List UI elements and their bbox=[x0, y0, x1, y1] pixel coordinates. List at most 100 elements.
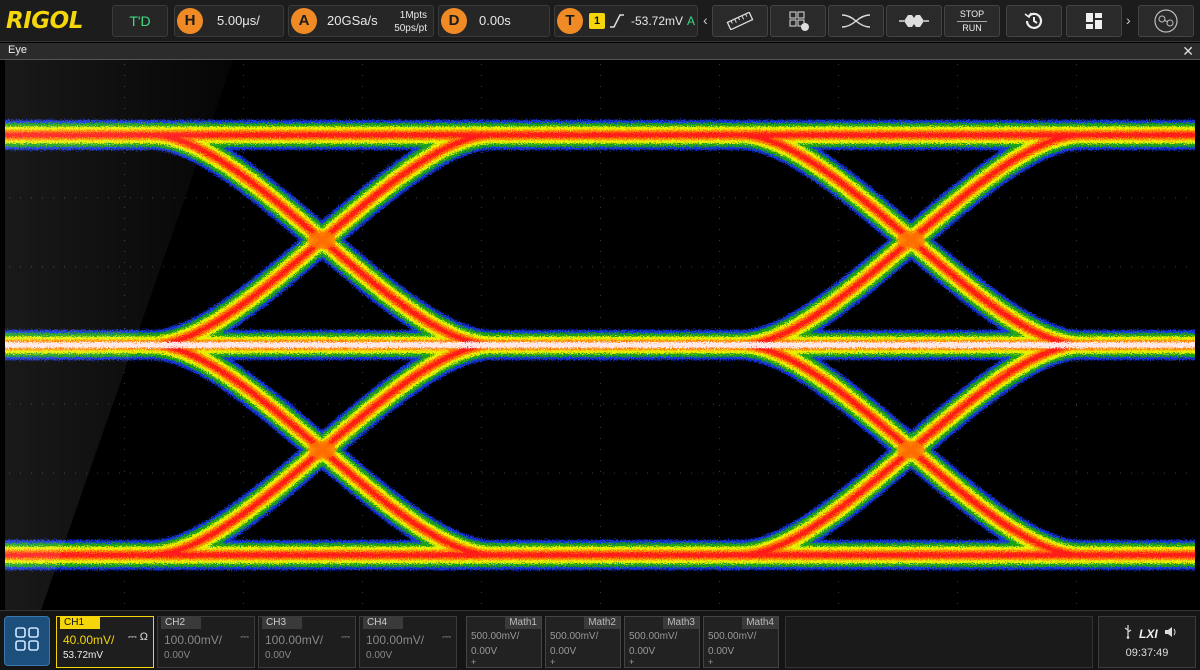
network-button[interactable] bbox=[1138, 5, 1194, 37]
math-3-scale: 500.00mV/ bbox=[629, 631, 678, 642]
stop-label: STOP bbox=[959, 8, 985, 19]
math-1-label: Math1 bbox=[505, 617, 541, 629]
crossing-hotspot bbox=[897, 441, 925, 459]
rising-edge-icon bbox=[609, 13, 625, 34]
trigger-mode: A bbox=[687, 14, 696, 28]
close-icon[interactable]: ✕ bbox=[1182, 43, 1194, 59]
system-status: LXI 09:37:49 bbox=[1098, 616, 1196, 668]
history-icon bbox=[1023, 10, 1045, 32]
lxi-badge: LXI bbox=[1139, 626, 1158, 641]
history-button[interactable] bbox=[1006, 5, 1062, 37]
rail-hot-core bbox=[5, 553, 1195, 556]
stop-run-button[interactable]: STOP RUN bbox=[944, 5, 1000, 37]
network-icon bbox=[1153, 8, 1179, 34]
channel-3-coupling: ⎓ bbox=[341, 631, 350, 643]
crossing-hotspot bbox=[897, 231, 925, 249]
channel-1-offset: 53.72mV bbox=[63, 650, 104, 661]
function-menu-button[interactable] bbox=[770, 5, 826, 37]
measure-ruler-icon bbox=[725, 12, 755, 30]
eye-diagram-button[interactable] bbox=[828, 5, 884, 37]
brand-logo: RIGOL bbox=[6, 8, 83, 34]
clock: 09:37:49 bbox=[1125, 647, 1169, 659]
math-1-offset: 0.00V bbox=[471, 646, 498, 657]
home-grid-icon bbox=[14, 626, 40, 657]
horizontal-panel[interactable]: H 5.00μs/ bbox=[174, 5, 284, 37]
math-3-offset: 0.00V bbox=[629, 646, 656, 657]
math-1-plus: + bbox=[471, 657, 477, 667]
channel-2-scale: 100.00mV/ bbox=[164, 633, 223, 647]
math-1-panel[interactable]: Math1 500.00mV/ 0.00V + bbox=[466, 616, 542, 668]
timebase-value: 5.00μs/ bbox=[217, 13, 260, 28]
math-4-plus: + bbox=[708, 657, 714, 667]
status-icons: LXI bbox=[1123, 625, 1178, 642]
math-1-scale: 500.00mV/ bbox=[471, 631, 520, 642]
function-menu-icon bbox=[786, 10, 810, 32]
memory-depth: 1Mpts bbox=[399, 10, 427, 21]
channel-2-coupling: ⎓ bbox=[240, 631, 249, 643]
rail-hot-core bbox=[5, 342, 1195, 348]
math-4-scale: 500.00mV/ bbox=[708, 631, 757, 642]
channel-4-panel[interactable]: CH4 100.00mV/ 0.00V ⎓ bbox=[359, 616, 457, 668]
acquire-panel[interactable]: A 20GSa/s 1Mpts 50ps/pt bbox=[288, 5, 434, 37]
channel-1-scale: 40.00mV/ bbox=[63, 633, 115, 647]
eye-diagram-canvas bbox=[5, 60, 1195, 610]
acquire-icon: A bbox=[291, 8, 317, 34]
app-grid-icon bbox=[1084, 11, 1104, 31]
math-4-panel[interactable]: Math4 500.00mV/ 0.00V + bbox=[703, 616, 779, 668]
math-2-label: Math2 bbox=[584, 617, 620, 629]
delay-icon: D bbox=[441, 8, 467, 34]
math-3-plus: + bbox=[629, 657, 635, 667]
eye-window-header: Eye ✕ bbox=[0, 43, 1200, 60]
channel-2-label: CH2 bbox=[161, 617, 201, 629]
math-2-scale: 500.00mV/ bbox=[550, 631, 599, 642]
jitter-button[interactable] bbox=[886, 5, 942, 37]
eye-window-title: Eye bbox=[8, 44, 27, 56]
chevron-right-icon[interactable]: › bbox=[1126, 12, 1131, 28]
run-label: RUN bbox=[962, 22, 982, 33]
bottom-status-bar: CH1 40.00mV/ 53.72mV ⎓ Ω CH2 100.00mV/ 0… bbox=[0, 610, 1200, 670]
app-grid-button[interactable] bbox=[1066, 5, 1122, 37]
eye-diagram-plot[interactable] bbox=[5, 60, 1195, 610]
channel-1-panel[interactable]: CH1 40.00mV/ 53.72mV ⎓ Ω bbox=[56, 616, 154, 668]
usb-icon bbox=[1123, 625, 1133, 642]
math-2-panel[interactable]: Math2 500.00mV/ 0.00V + bbox=[545, 616, 621, 668]
delay-panel[interactable]: D 0.00s bbox=[438, 5, 550, 37]
math-2-offset: 0.00V bbox=[550, 646, 577, 657]
run-state-indicator[interactable]: T'D bbox=[112, 5, 168, 37]
channel-4-label: CH4 bbox=[363, 617, 403, 629]
channel-4-scale: 100.00mV/ bbox=[366, 633, 425, 647]
top-toolbar: RIGOL T'D H 5.00μs/ A 20GSa/s 1Mpts 50ps… bbox=[0, 0, 1200, 42]
channel-4-offset: 0.00V bbox=[366, 650, 393, 661]
delay-value: 0.00s bbox=[479, 13, 511, 28]
channel-4-coupling: ⎓ bbox=[442, 631, 451, 643]
channel-2-panel[interactable]: CH2 100.00mV/ 0.00V ⎓ bbox=[157, 616, 255, 668]
math-2-plus: + bbox=[550, 657, 556, 667]
eye-diagram-icon bbox=[841, 12, 871, 30]
channel-3-scale: 100.00mV/ bbox=[265, 633, 324, 647]
math-3-label: Math3 bbox=[663, 617, 699, 629]
channel-3-panel[interactable]: CH3 100.00mV/ 0.00V ⎓ bbox=[258, 616, 356, 668]
crossing-hotspot bbox=[308, 231, 336, 249]
home-menu-button[interactable] bbox=[4, 616, 50, 666]
channel-3-label: CH3 bbox=[262, 617, 302, 629]
speaker-icon[interactable] bbox=[1164, 626, 1178, 641]
trigger-level: -53.72mV bbox=[631, 14, 684, 28]
math-4-offset: 0.00V bbox=[708, 646, 735, 657]
chevron-left-icon[interactable]: ‹ bbox=[703, 12, 708, 28]
horizontal-icon: H bbox=[177, 8, 203, 34]
math-3-panel[interactable]: Math3 500.00mV/ 0.00V + bbox=[624, 616, 700, 668]
jitter-icon bbox=[898, 12, 930, 30]
trigger-icon: T bbox=[557, 8, 583, 34]
trigger-source-badge: 1 bbox=[589, 13, 605, 29]
stop-run-label: STOP RUN bbox=[957, 9, 987, 34]
crossing-hotspot bbox=[308, 441, 336, 459]
measure-ruler-button[interactable] bbox=[712, 5, 768, 37]
message-area bbox=[785, 616, 1093, 668]
channel-3-offset: 0.00V bbox=[265, 650, 292, 661]
sample-rate: 20GSa/s bbox=[327, 13, 378, 28]
time-per-point: 50ps/pt bbox=[394, 23, 427, 34]
channel-1-coupling: ⎓ Ω bbox=[127, 631, 148, 643]
trigger-panel[interactable]: T 1 -53.72mV A bbox=[554, 5, 698, 37]
math-4-label: Math4 bbox=[742, 617, 778, 629]
channel-1-label: CH1 bbox=[60, 617, 100, 629]
